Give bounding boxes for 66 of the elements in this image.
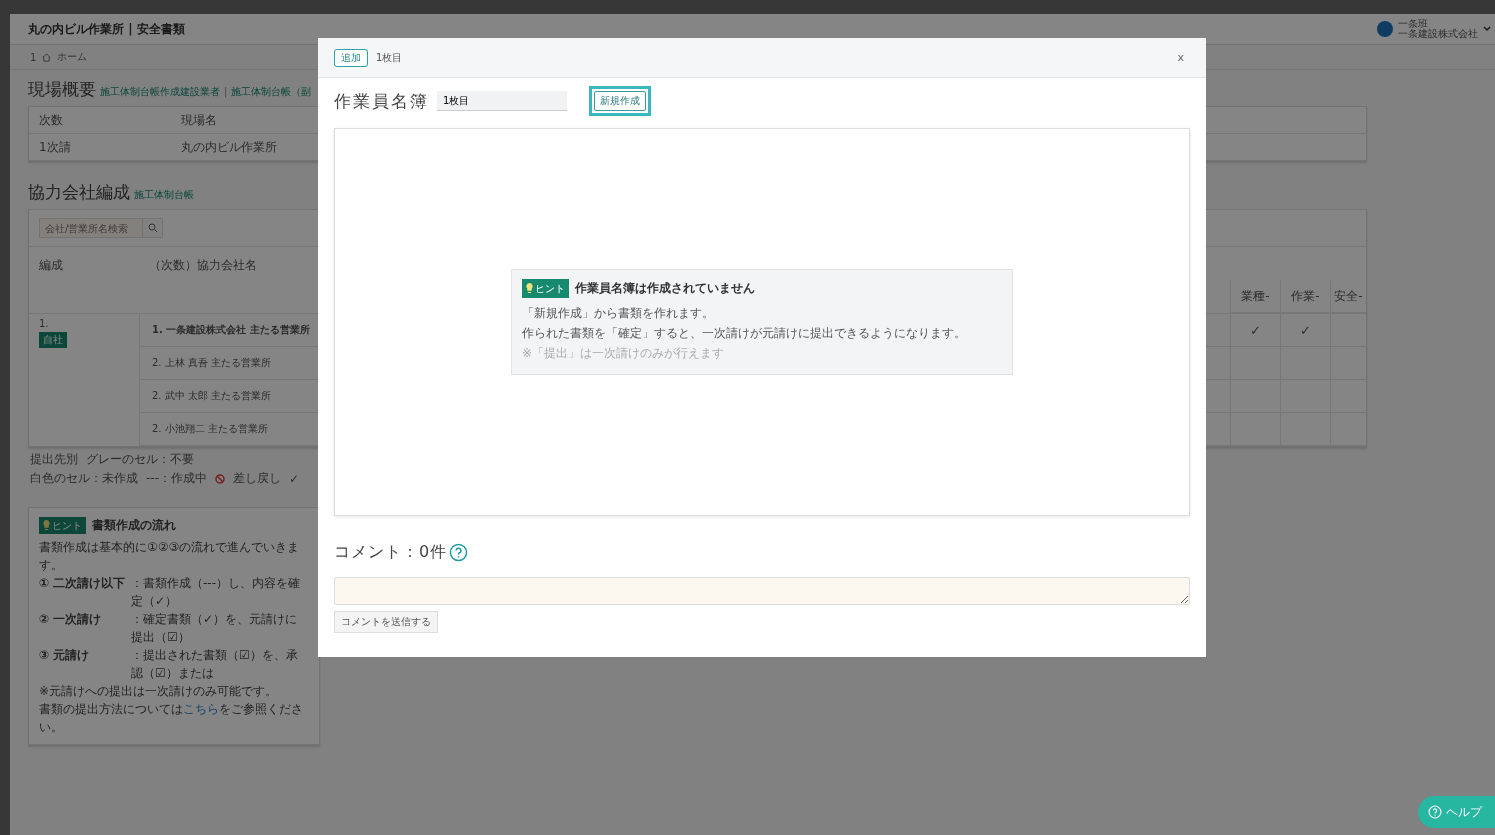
column-header: 編成 [39,257,63,274]
dialog-title: 作業員名簿 [334,89,429,113]
prohibited-icon [215,473,225,484]
help-button[interactable]: ヘルプ [1418,796,1495,828]
column-header: 現場名 [181,112,217,127]
page-label: 1枚目 [376,50,403,65]
link-separator: | [224,86,228,97]
column-header: 業種- [1230,280,1280,313]
add-button[interactable]: 追加 [334,48,368,67]
hint-text: 「新規作成」から書類を作れます。 [522,305,714,320]
group-badge: 自社 [39,332,67,348]
name-field[interactable]: 1枚目 [437,91,567,111]
group-number: 1. [39,318,49,329]
hint-badge: ヒント [39,516,86,534]
table-cell: 1次請 [39,139,71,154]
column-header: 安全- [1330,280,1366,313]
column-header: 作業- [1280,280,1330,313]
breadcrumb-number: 1 [30,51,37,63]
section-link[interactable]: 施工体制台帳（副 [231,85,312,99]
column-header: 次数 [39,112,63,127]
section-heading: 協力会社編成 [28,181,130,204]
hint-badge: ヒント [522,278,569,298]
close-button[interactable]: x [1171,50,1190,65]
search-field[interactable]: 会社/営業所名検索 [39,218,143,238]
hint-note: ※「提出」は一次請けのみが行えます [522,346,725,361]
help-icon[interactable] [449,543,469,562]
legend-text: 差し戻し [233,470,281,487]
table-cell: ✓ [1230,314,1280,347]
hint-text: 書類作成は基本的に①②③の流れで進んでいきます。 [39,540,300,572]
legend-text: 白色のセル：未作成 [30,470,138,487]
column-header: （次数）協力会社名 [149,257,257,274]
step-text: ：提出された書類（☑）を、承認（☑）または [131,648,298,680]
section-link[interactable]: 施工体制台帳作成建設業者 [100,85,220,99]
hint-text: ※元請けへの提出は一次請けのみ可能です。 [39,684,278,698]
step-label: ③ 元請け [39,648,90,662]
table-cell: ✓ [1280,314,1330,347]
comment-field[interactable] [334,577,1190,605]
legend-text: 提出先別 [30,451,78,468]
avatar-icon [1377,21,1393,37]
help-icon [1428,805,1442,819]
check-mark: ✓ [289,471,300,486]
step-label: ① 二次請け以下 [39,576,126,590]
step-label: ② 一次請け [39,612,102,626]
company-name-link[interactable]: 2. 上林 真吾 主たる営業所 [152,356,272,370]
company-name-link[interactable]: 1. 一条建設株式会社 主たる営業所 [152,323,310,337]
comments-title: コメント：0件 [334,542,448,563]
hint-text: 作られた書類を「確定」すると、一次請けが元請けに提出できるようになります。 [522,326,966,340]
section-heading: 現場概要 [28,78,96,101]
company-name-link[interactable]: 2. 武中 太郎 主たる営業所 [152,389,272,403]
create-button[interactable]: 新規作成 [594,91,646,111]
home-icon [42,52,52,62]
legend-text: ---：作成中 [146,470,207,487]
page-title: 丸の内ビル作業所 | 安全書類 [28,20,185,38]
legend-text: グレーのセル：不要 [86,451,194,468]
hint-title: 書類作成の流れ [92,517,176,534]
step-text: ：書類作成（---）し、内容を確定（✓） [131,576,300,608]
help-link[interactable]: こちら [183,702,219,716]
table-cell: 丸の内ビル作業所 [181,139,277,154]
section-link[interactable]: 施工体制台帳 [134,188,194,202]
chevron-icon[interactable] [1483,26,1491,32]
step-text: ：確定書類（✓）を、元請けに提出（☑） [131,612,298,644]
hint-text: 書類の提出方法についてはこちら をご参照ください。 [39,702,303,734]
send-comment-button[interactable]: コメントを送信する [334,611,438,633]
search-icon[interactable] [143,218,163,238]
hint-title: 作業員名簿は作成されていません [575,280,755,298]
breadcrumb-link[interactable]: ホーム [57,50,88,64]
